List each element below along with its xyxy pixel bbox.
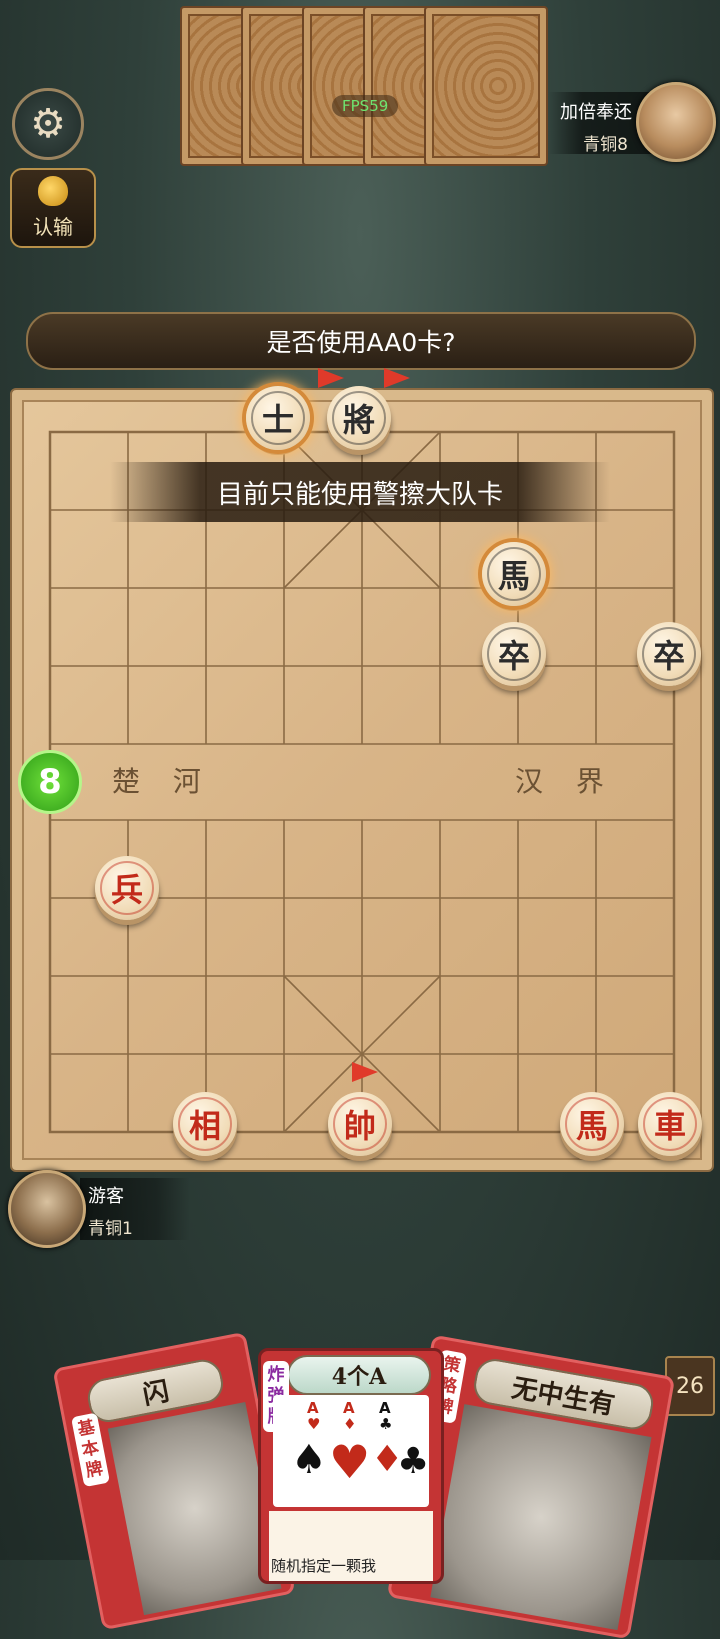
card-title: 闪 [140, 1376, 172, 1411]
piece-char: 帥 [343, 1107, 376, 1145]
opponent-card-back [424, 6, 548, 166]
toast-message: 目前只能使用警擦大队卡 [110, 462, 610, 522]
piece-black-soldier[interactable]: 卒 [482, 622, 546, 686]
piece-black-horse[interactable]: 馬 [482, 542, 546, 606]
piece-red-chariot[interactable]: 車 [638, 1092, 702, 1156]
river-label-chu: 楚 河 [112, 765, 213, 798]
surrender-button[interactable]: 认输 [10, 168, 96, 248]
spade-icon: ♠ [291, 1437, 327, 1483]
card-type-char: 策 [441, 1354, 463, 1377]
bag-icon [38, 176, 68, 206]
piece-char: 馬 [497, 557, 530, 595]
card-face: A ♥ A ♦ A ♣ ♠ ♥ ♦ ♣ [273, 1395, 429, 1507]
piece-red-general[interactable]: 帥 [328, 1092, 392, 1156]
card-description-box: 随机指定一颗我 [269, 1511, 433, 1581]
fps-counter: FPS59 [332, 95, 399, 117]
deck-count-value: 26 [676, 1373, 704, 1399]
prompt-text: 是否使用AA0卡? [266, 328, 456, 357]
player-name: 游客 [88, 1186, 124, 1207]
card-artwork [430, 1404, 652, 1631]
piece-red-soldier[interactable]: 兵 [95, 856, 159, 920]
card-title: 无中生有 [509, 1372, 617, 1421]
card-artwork [107, 1401, 282, 1616]
piece-char: 士 [261, 401, 294, 439]
piece-char: 卒 [652, 637, 685, 675]
flag-icon [318, 368, 344, 388]
turn-timer: 8 [18, 750, 82, 814]
opponent-hand [180, 6, 548, 166]
opponent-avatar[interactable] [636, 82, 716, 162]
card-type-char: 炸 [267, 1365, 285, 1385]
gear-icon: ⚙ [30, 101, 66, 147]
turn-timer-value: 8 [38, 762, 62, 802]
card-description: 随机指定一颗我 [271, 1557, 377, 1575]
piece-black-general[interactable]: 將 [327, 386, 391, 450]
prompt-bar: 是否使用AA0卡? [26, 312, 696, 370]
flag-icon [352, 1062, 378, 1082]
toast-text: 目前只能使用警擦大队卡 [216, 479, 503, 510]
river-label-han: 汉 界 [515, 765, 616, 798]
player-rank: 青铜1 [88, 1219, 133, 1239]
piece-red-horse[interactable]: 馬 [560, 1092, 624, 1156]
opponent-name: 加倍奉还 [560, 102, 632, 123]
card-title-bar: 4个A [287, 1355, 431, 1395]
piece-char: 兵 [110, 871, 143, 909]
card-type-tag: 基 本 牌 [70, 1412, 111, 1488]
opponent-rank: 青铜8 [583, 135, 628, 155]
piece-black-soldier[interactable]: 卒 [637, 622, 701, 686]
piece-red-elephant[interactable]: 相 [173, 1092, 237, 1156]
card-type-char: 牌 [84, 1458, 105, 1482]
surrender-label: 认输 [33, 215, 73, 239]
heart-icon: ♥ [329, 1435, 371, 1489]
club-icon: ♣ [397, 1441, 430, 1482]
piece-black-advisor[interactable]: 士 [246, 386, 310, 450]
piece-char: 相 [188, 1107, 221, 1145]
card-title: 4个A [331, 1364, 387, 1390]
heart-icon: ♥ [307, 1415, 321, 1433]
piece-char: 將 [342, 401, 375, 439]
piece-char: 卒 [497, 637, 530, 675]
diamond-icon: ♦ [343, 1415, 357, 1433]
hand-card-four-aces[interactable]: 4个A 炸 弹 牌 A ♥ A ♦ A ♣ ♠ ♥ ♦ ♣ 随机指定一颗我 [258, 1348, 444, 1584]
piece-char: 車 [653, 1107, 686, 1145]
club-icon: ♣ [379, 1415, 393, 1433]
flag-icon [384, 368, 410, 388]
piece-char: 馬 [575, 1107, 608, 1145]
player-avatar[interactable] [8, 1170, 86, 1248]
settings-button[interactable]: ⚙ [12, 88, 84, 160]
